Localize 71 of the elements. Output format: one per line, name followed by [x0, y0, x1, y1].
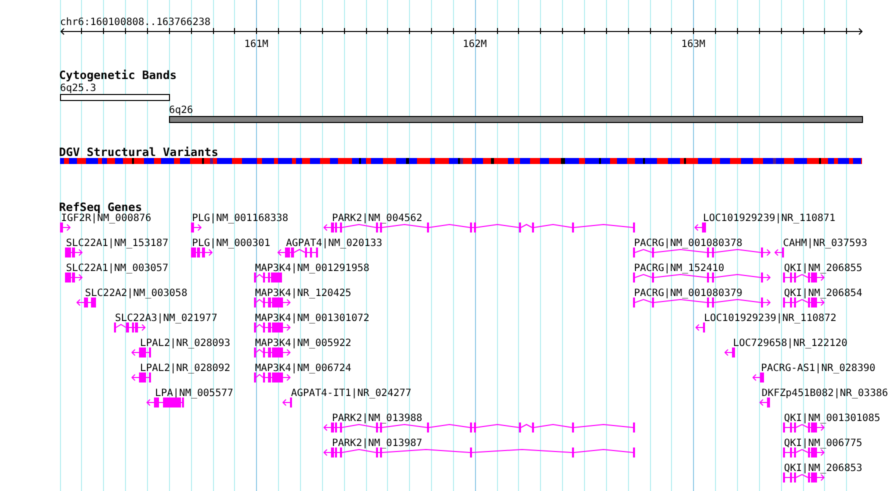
gene-glyph — [694, 222, 706, 232]
band-label: 6q26 — [169, 105, 194, 116]
gene-glyph — [783, 422, 825, 432]
gene-glyph — [254, 348, 291, 358]
gene-glyph — [76, 298, 96, 308]
gene-glyph — [146, 398, 184, 408]
gene-glyph — [695, 322, 705, 332]
gene-label: QKI|NM_206855 — [784, 263, 862, 274]
gene-glyph — [254, 298, 291, 308]
gene-label: QKI|NM_001301085 — [784, 413, 880, 424]
gene-label: SLC22A1|NM_153187 — [66, 238, 168, 249]
gene-label: LPAL2|NR_028093 — [140, 338, 230, 349]
gene-label: PLG|NM_000301 — [192, 238, 270, 249]
location-label: chr6:160100808..163766238 — [60, 17, 211, 28]
gene-label: PACRG|NM_001080379 — [634, 288, 742, 299]
track-title: DGV Structural Variants — [59, 145, 218, 159]
track-title: RefSeq Genes — [59, 200, 142, 214]
gene-label: PARK2|NM_013988 — [332, 413, 422, 424]
gene-label: LPAL2|NR_028092 — [140, 363, 230, 374]
gene-glyph — [783, 298, 825, 308]
gene-glyph — [191, 248, 213, 258]
gene-label: PARK2|NM_004562 — [332, 213, 422, 224]
gene-glyph — [114, 322, 146, 332]
gene-label: DKFZp451B082|NR_03386 — [762, 388, 888, 399]
gene-label: LOC101929239|NR_110872 — [704, 313, 836, 324]
gene-glyph — [65, 248, 83, 258]
gene-glyph — [254, 372, 291, 382]
gene-label: AGPAT4-IT1|NR_024277 — [291, 388, 412, 399]
gene-glyph — [282, 398, 292, 408]
gene-glyph — [277, 248, 318, 258]
gene-glyph — [254, 322, 291, 332]
gene-glyph — [724, 348, 735, 358]
gene-label: QKI|NM_206853 — [784, 463, 862, 474]
gene-label: SLC22A3|NM_021977 — [115, 313, 218, 324]
gene-label: PARK2|NM_013987 — [332, 438, 422, 449]
gene-glyph — [774, 248, 784, 258]
gene-label: MAP3K4|NR_120425 — [255, 288, 352, 299]
gene-glyph — [191, 222, 202, 232]
gene-label: PLG|NM_001168338 — [192, 213, 288, 224]
band-label: 6q25.3 — [60, 83, 96, 94]
gene-label: MAP3K4|NM_006724 — [255, 363, 352, 374]
gene-label: MAP3K4|NM_001301072 — [255, 313, 370, 324]
gene-label: AGPAT4|NM_020133 — [286, 238, 382, 249]
gene-label: IGF2R|NM_000876 — [61, 213, 152, 224]
gene-label: CAHM|NR_037593 — [783, 238, 868, 249]
gene-glyph — [254, 272, 282, 282]
gene-glyph — [783, 472, 825, 482]
gene-label: QKI|NM_006775 — [784, 438, 862, 449]
gene-label: PACRG|NM_001080378 — [634, 238, 742, 249]
gene-glyph — [65, 272, 83, 282]
gene-label: LOC101929239|NR_110871 — [703, 213, 836, 224]
gene-glyph — [131, 348, 151, 358]
gene-glyph — [759, 398, 770, 408]
gene-label: LPA|NM_005577 — [155, 388, 234, 399]
gene-label: QKI|NM_206854 — [784, 288, 862, 299]
track-title: Cytogenetic Bands — [59, 68, 177, 82]
gene-label: SLC22A2|NM_003058 — [85, 288, 188, 299]
gene-label: MAP3K4|NM_001291958 — [255, 263, 370, 274]
ruler-label: 162M — [462, 39, 487, 50]
gene-label: MAP3K4|NM_005922 — [255, 338, 352, 349]
ruler-label: 163M — [681, 39, 706, 50]
gene-label: SLC22A1|NM_003057 — [66, 263, 168, 274]
gene-glyph — [131, 372, 151, 382]
gene-label: LOC729658|NR_122120 — [733, 338, 848, 349]
gene-label: PACRG|NM_152410 — [634, 263, 724, 274]
gene-label: PACRG-AS1|NR_028390 — [761, 363, 876, 374]
ruler-label: 161M — [244, 39, 268, 50]
gene-glyph — [783, 448, 825, 458]
gene-glyph — [60, 222, 71, 232]
gene-glyph — [752, 372, 764, 382]
gene-glyph — [783, 272, 825, 282]
